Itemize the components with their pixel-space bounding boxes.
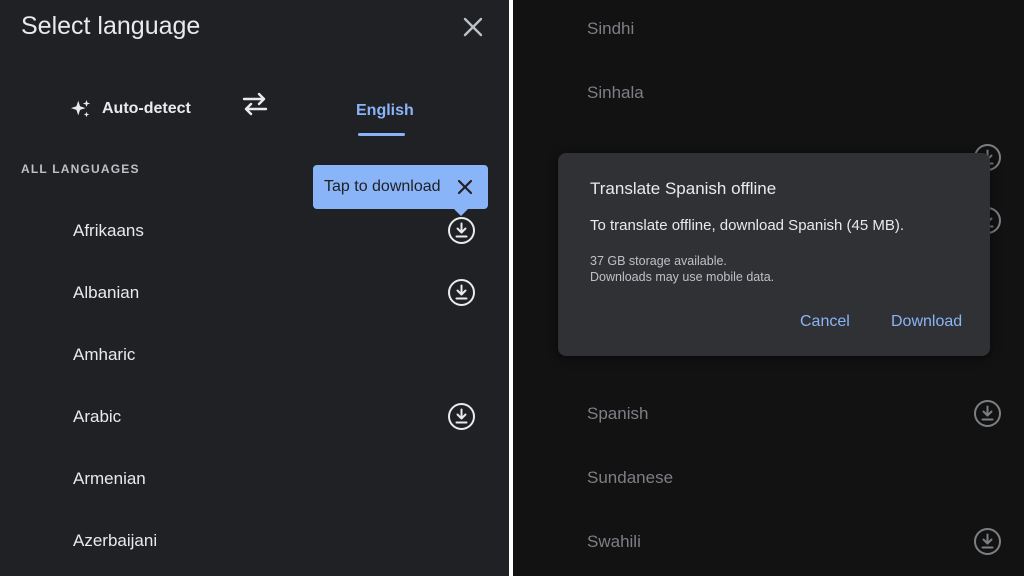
dialog-body: To translate offline, download Spanish (… [590,217,905,234]
tooltip-text: Tap to download [324,178,441,195]
list-item-spanish[interactable]: Spanish [587,404,648,424]
dialog-title: Translate Spanish offline [590,179,777,198]
section-label-all-languages: ALL LANGUAGES [21,162,140,176]
list-item-albanian[interactable]: Albanian [73,283,139,303]
close-icon[interactable] [460,14,486,40]
download-icon[interactable] [447,278,476,307]
select-language-screen: Select language Auto-detect English ALL … [0,0,509,576]
mobile-data-note: Downloads may use mobile data. [590,270,775,284]
tab-target-language[interactable]: English [356,102,414,120]
offline-download-dialog: Translate Spanish offline To translate o… [558,153,990,356]
active-tab-indicator [358,133,405,136]
tab-target-label: English [356,102,414,119]
page-title: Select language [21,12,201,40]
list-item-sundanese[interactable]: Sundanese [587,468,673,488]
list-item-azerbaijani[interactable]: Azerbaijani [73,531,157,551]
list-item-swahili[interactable]: Swahili [587,532,641,552]
tab-auto-detect[interactable]: Auto-detect [70,98,191,120]
list-item-armenian[interactable]: Armenian [73,469,146,489]
download-icon[interactable] [973,527,1002,556]
storage-note: 37 GB storage available. [590,254,727,268]
download-icon[interactable] [973,399,1002,428]
download-icon[interactable] [447,402,476,431]
cancel-button[interactable]: Cancel [800,313,850,331]
swap-icon[interactable] [240,92,270,116]
list-item-amharic[interactable]: Amharic [73,345,135,365]
tab-auto-detect-label: Auto-detect [102,100,191,117]
sparkle-icon [70,99,91,118]
list-item-afrikaans[interactable]: Afrikaans [73,221,144,241]
download-button[interactable]: Download [891,313,962,331]
list-item-sinhala[interactable]: Sinhala [587,83,644,103]
list-item-sindhi[interactable]: Sindhi [587,19,634,39]
tooltip-arrow [452,207,470,216]
list-item-arabic[interactable]: Arabic [73,407,121,427]
tooltip-close-icon[interactable] [456,178,474,196]
download-icon[interactable] [447,216,476,245]
